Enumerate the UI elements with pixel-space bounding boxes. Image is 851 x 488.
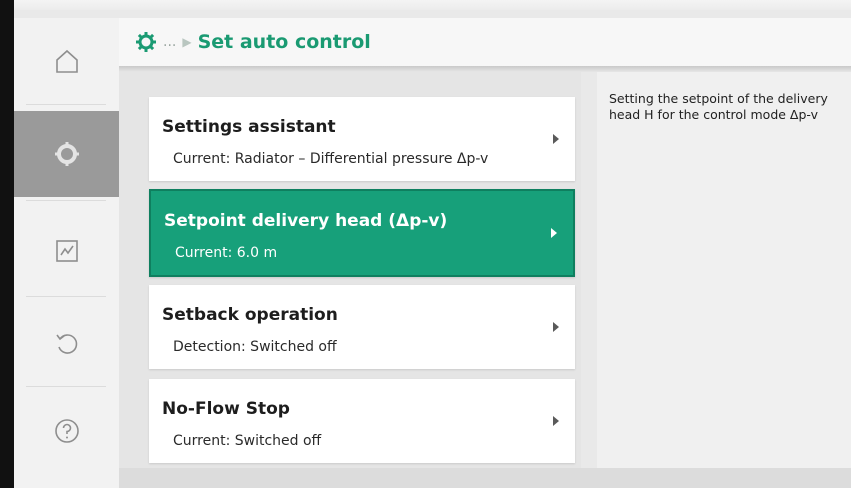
restore-icon: [55, 334, 77, 354]
gear-icon: [54, 142, 79, 166]
breadcrumb-ellipsis[interactable]: ...: [163, 34, 176, 50]
chevron-right-icon: [551, 228, 557, 238]
menu-item-title: Setback operation: [162, 305, 338, 325]
menu-item-no-flow-stop[interactable]: No-Flow Stop Current: Switched off: [149, 379, 575, 463]
menu-item-subtitle: Current: Switched off: [173, 433, 322, 449]
menu-item-subtitle: Current: Radiator – Differential pressur…: [173, 151, 489, 167]
gear-icon: [136, 32, 156, 52]
chevron-right-icon: [553, 134, 559, 144]
menu-item-setback-operation[interactable]: Setback operation Detection: Switched of…: [149, 285, 575, 369]
menu-item-subtitle: Current: 6.0 m: [175, 245, 278, 261]
nav-settings[interactable]: [14, 111, 119, 197]
diagnostics-icon: [55, 240, 78, 262]
menu-item-title: No-Flow Stop: [162, 399, 290, 419]
info-panel: Setting the setpoint of the delivery hea…: [597, 72, 851, 468]
nav-divider: [26, 104, 106, 105]
nav-restore[interactable]: [14, 300, 119, 386]
nav-divider: [26, 296, 106, 297]
page-title: Set auto control: [197, 31, 371, 53]
bottom-bar: [119, 468, 851, 488]
menu-item-title: Setpoint delivery head (Δp-v): [164, 211, 448, 231]
header-bar: ... ▶ Set auto control: [119, 18, 851, 66]
menu-item-settings-assistant[interactable]: Settings assistant Current: Radiator – D…: [149, 97, 575, 181]
nav-home[interactable]: [14, 18, 119, 104]
info-text: Setting the setpoint of the delivery hea…: [609, 91, 828, 122]
nav-help[interactable]: [14, 388, 119, 474]
chevron-right-icon: [553, 322, 559, 332]
breadcrumb-separator-icon: ▶: [182, 35, 192, 49]
nav-diagnostics[interactable]: [14, 208, 119, 294]
menu-item-title: Settings assistant: [162, 117, 336, 137]
device-bezel: [0, 0, 14, 488]
menu-list: Settings assistant Current: Radiator – D…: [119, 72, 581, 468]
home-icon: [55, 49, 78, 73]
menu-item-setpoint-delivery-head[interactable]: Setpoint delivery head (Δp-v) Current: 6…: [149, 189, 575, 277]
nav-divider: [26, 386, 106, 387]
chevron-right-icon: [553, 416, 559, 426]
help-icon: [54, 419, 79, 443]
top-edge: [14, 0, 851, 10]
menu-item-subtitle: Detection: Switched off: [173, 339, 337, 355]
nav-divider: [26, 200, 106, 201]
side-nav: [14, 18, 119, 488]
